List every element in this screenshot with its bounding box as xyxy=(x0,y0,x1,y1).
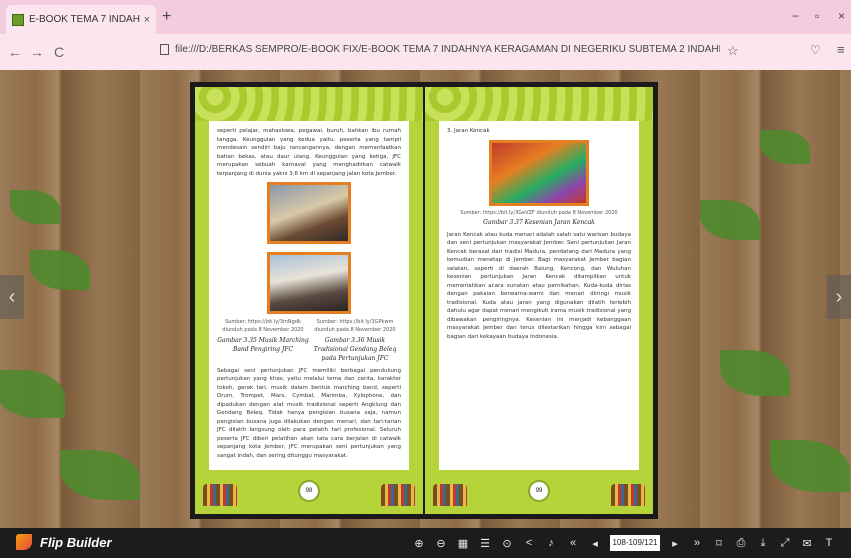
share-icon[interactable]: < xyxy=(518,537,540,549)
marching-band-photo xyxy=(267,182,351,245)
children-illustration xyxy=(381,484,415,506)
close-window-button[interactable]: × xyxy=(838,9,845,23)
section-heading: 3. Jaran Kencak xyxy=(447,128,490,134)
forward-button[interactable]: → xyxy=(26,44,48,60)
open-book: seperti pelajar, mahasiswa, pegawai, bur… xyxy=(190,82,658,519)
bookmark-star-icon[interactable]: ☆ xyxy=(727,43,739,59)
new-tab-button[interactable]: + xyxy=(162,8,171,26)
browser-tab[interactable]: E-BOOK TEMA 7 INDAHNYA KE × xyxy=(6,5,156,34)
gendang-beleq-photo xyxy=(267,251,351,314)
leaf-decoration xyxy=(700,200,760,240)
page-content: seperti pelajar, mahasiswa, pegawai, bur… xyxy=(209,121,409,470)
address-bar: ← → C file:///D:/BERKAS SEMPRO/E-BOOK FI… xyxy=(0,34,851,70)
bookmark-icon[interactable]: ⌑ xyxy=(708,537,730,550)
paragraph: Jaran Kencak atau kuda menari adalah sal… xyxy=(447,231,631,340)
page-header-pattern xyxy=(195,87,423,121)
leaf-decoration xyxy=(0,370,65,418)
minimize-button[interactable]: − xyxy=(792,9,799,23)
children-illustration xyxy=(433,484,467,506)
leaf-decoration xyxy=(60,450,140,500)
page-footer: 98 xyxy=(195,470,423,514)
flipbook-toolbar: Flip Builder ⊕ ⊖ ▦ ☰ ⊙ < ♪ « ◂ 108-109/1… xyxy=(0,528,851,558)
leaf-decoration xyxy=(30,250,90,290)
toolbar-controls: ⊕ ⊖ ▦ ☰ ⊙ < ♪ « ◂ 108-109/121 ▸ » ⌑ ⎙ ⤓ … xyxy=(408,535,840,551)
leaf-decoration xyxy=(720,350,790,396)
maximize-button[interactable]: ▫ xyxy=(815,9,819,23)
tab-title: E-BOOK TEMA 7 INDAHNYA KE xyxy=(29,14,140,25)
next-page-arrow[interactable]: › xyxy=(827,275,851,319)
brand-icon xyxy=(16,534,32,550)
url-field[interactable]: file:///D:/BERKAS SEMPRO/E-BOOK FIX/E-BO… xyxy=(160,44,720,55)
email-icon[interactable]: ✉ xyxy=(796,537,818,550)
menu-icon[interactable]: ≡ xyxy=(837,42,845,57)
zoom-out-icon[interactable]: ⊖ xyxy=(430,537,452,550)
previous-page-arrow[interactable]: ‹ xyxy=(0,275,24,319)
page-footer: 99 xyxy=(425,470,653,514)
figure-title: Gambar 3.37 Kesenian Jaran Kencak xyxy=(483,219,595,227)
next-page-icon[interactable]: ▸ xyxy=(664,537,686,550)
reload-button[interactable]: C xyxy=(48,44,70,60)
page-header-pattern xyxy=(425,87,653,121)
figure-source: Sumber: https://bit.ly/3mNgdk diunduh pa… xyxy=(222,319,304,333)
page-content: 3. Jaran Kencak Sumber: https://bit.ly/3… xyxy=(439,121,639,470)
download-icon[interactable]: ⤓ xyxy=(752,537,774,550)
thumbnails-icon[interactable]: ▦ xyxy=(452,537,474,550)
left-page[interactable]: seperti pelajar, mahasiswa, pegawai, bur… xyxy=(195,87,423,514)
figure-title: Gambar 3.36 Musik Tradisional Gendang Be… xyxy=(313,336,397,363)
figure-source: Sumber: https://bit.ly/3GPkwm diunduh pa… xyxy=(314,319,396,333)
last-page-icon[interactable]: » xyxy=(686,537,708,549)
leaf-decoration xyxy=(770,440,850,492)
first-page-icon[interactable]: « xyxy=(562,537,584,549)
browser-tab-bar: E-BOOK TEMA 7 INDAHNYA KE × + − ▫ × xyxy=(0,0,851,34)
children-illustration xyxy=(203,484,237,506)
tab-close-icon[interactable]: × xyxy=(144,14,150,26)
previous-page-icon[interactable]: ◂ xyxy=(584,537,606,550)
page-indicator[interactable]: 108-109/121 xyxy=(610,535,660,551)
file-icon xyxy=(160,44,169,55)
right-page[interactable]: 3. Jaran Kencak Sumber: https://bit.ly/3… xyxy=(425,87,653,514)
paragraph: Sebagai seni pertunjukan JFC memiliki be… xyxy=(217,367,401,459)
text-icon[interactable]: T xyxy=(818,537,840,549)
flipbook-viewer: ‹ › seperti pelajar, mahasiswa, pegawai,… xyxy=(0,70,851,528)
autoplay-icon[interactable]: ⊙ xyxy=(496,537,518,550)
back-button[interactable]: ← xyxy=(4,44,26,60)
brand-name: Flip Builder xyxy=(40,534,112,550)
table-of-contents-icon[interactable]: ☰ xyxy=(474,537,496,550)
leaf-decoration xyxy=(760,130,810,164)
pocket-icon[interactable]: ♡ xyxy=(810,43,821,57)
zoom-in-icon[interactable]: ⊕ xyxy=(408,537,430,550)
figure-source: Sumber: https://bit.ly/3GeVZF diunduh pa… xyxy=(460,209,618,216)
page-number: 99 xyxy=(528,480,550,502)
paragraph: seperti pelajar, mahasiswa, pegawai, bur… xyxy=(217,128,401,177)
favicon-icon xyxy=(12,13,24,26)
sound-icon[interactable]: ♪ xyxy=(540,537,562,549)
flip-builder-logo: Flip Builder xyxy=(16,534,112,550)
fullscreen-icon[interactable]: ⤢ xyxy=(774,537,796,550)
figure-title: Gambar 3.35 Musik Marching Band Pengirin… xyxy=(217,336,309,353)
page-number: 98 xyxy=(298,480,320,502)
jaran-kencak-photo xyxy=(489,139,589,206)
print-icon[interactable]: ⎙ xyxy=(730,537,752,550)
url-text: file:///D:/BERKAS SEMPRO/E-BOOK FIX/E-BO… xyxy=(175,44,720,55)
children-illustration xyxy=(611,484,645,506)
leaf-decoration xyxy=(10,190,60,224)
